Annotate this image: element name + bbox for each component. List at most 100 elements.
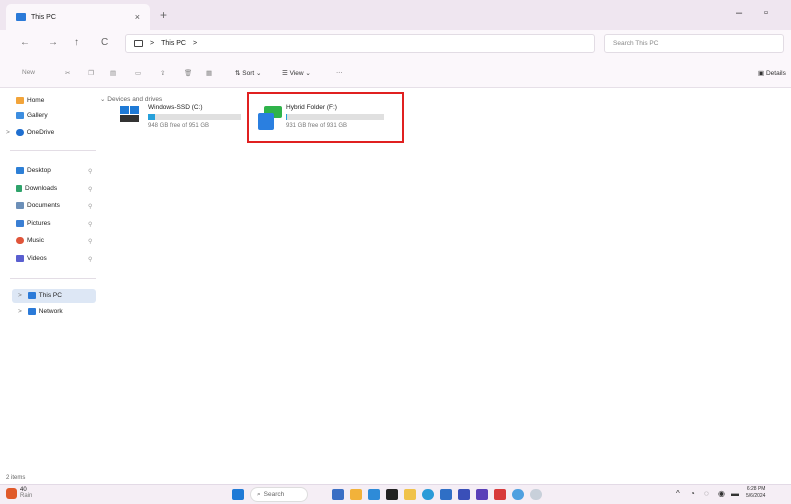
sidebar-item-pictures[interactable]: Pictures [16,220,50,227]
section-header-devices[interactable]: ⌄ Devices and drives [100,95,162,103]
sort-button[interactable]: ⇅ Sort ⌄ [235,69,261,77]
windows-drive-icon [118,106,140,126]
app-icon[interactable] [368,489,380,500]
pin-icon: ⚲ [88,204,93,210]
sidebar-item-label: Network [38,308,63,315]
sidebar-item-downloads[interactable]: Downloads [16,185,57,192]
desktop-icon [16,167,24,174]
sidebar-item-onedrive[interactable]: > OneDrive [6,129,54,136]
sidebar-item-label: OneDrive [26,129,55,136]
paste-icon[interactable]: ▤ [110,69,116,77]
network-icon [27,308,36,315]
sidebar-item-documents[interactable]: Documents [16,202,60,209]
view-label: View [289,70,304,77]
new-tab-button[interactable]: + [160,8,167,22]
more-button[interactable]: ··· [336,69,343,76]
pin-icon: ⚲ [88,257,93,263]
expand-chevron-icon[interactable]: > [18,292,22,299]
sidebar-item-videos[interactable]: Videos [16,255,47,262]
view-icon: ☰ [282,70,290,77]
sidebar-item-music[interactable]: Music [16,237,44,244]
gallery-icon [16,112,24,119]
sidebar-item-home[interactable]: Home [16,97,44,104]
drive-usage-bar [148,114,241,120]
volume-icon[interactable]: ◉ [718,489,725,498]
properties-icon[interactable]: ▦ [206,69,212,77]
sidebar-item-network[interactable]: > Network [18,308,63,315]
mcafee-icon[interactable] [494,489,506,500]
battery-icon[interactable]: ▬ [731,489,739,498]
sidebar-item-label: Gallery [27,112,48,119]
sidebar-item-this-pc[interactable]: > This PC [18,292,62,299]
tray-chevron-icon[interactable]: ^ [676,489,680,498]
forward-button[interactable]: → [48,37,58,48]
delete-icon[interactable]: 🗑 [184,69,192,77]
monitor-icon [134,40,143,47]
taskbar-search[interactable]: ⌕ Search [250,487,308,502]
sidebar-item-gallery[interactable]: Gallery [16,112,48,119]
this-pc-icon [27,292,36,299]
tab-this-pc[interactable]: This PC × [6,4,150,30]
app-icon[interactable] [530,489,542,500]
search-input[interactable]: Search This PC [604,34,784,53]
view-button[interactable]: ☰ View ⌄ [282,69,311,77]
back-button[interactable]: ← [20,37,30,48]
red-highlight-box [247,92,404,143]
pictures-icon [16,220,24,227]
sort-label: Sort [242,70,255,77]
clock[interactable]: 6:28 PM 5/6/2024 [746,486,765,500]
widgets-icon[interactable] [332,489,344,500]
weather-desc: Rain [20,493,33,499]
sidebar-item-label: Home [27,97,45,104]
sidebar-item-label: Music [27,237,44,244]
wifi-icon[interactable]: ◌ [704,489,709,498]
weather-widget[interactable]: 40 Rain [6,487,32,499]
refresh-button[interactable]: C [101,37,108,48]
videos-icon [16,255,24,262]
this-pc-icon [16,13,26,21]
file-explorer-icon[interactable] [404,489,416,500]
sidebar-item-label: This PC [38,292,62,299]
start-icon[interactable] [232,489,244,500]
sidebar-item-desktop[interactable]: Desktop [16,167,51,174]
drive-tile-c[interactable]: Windows-SSD (C:) 948 GB free of 951 GB [118,104,243,136]
cloud-icon [15,129,24,136]
divider [10,150,96,151]
weather-icon [6,487,17,499]
store-icon[interactable] [440,489,452,500]
address-input[interactable]: > This PC > [125,34,595,53]
network-tray-icon[interactable]: ◔ [690,489,695,498]
drive-name: Windows-SSD (C:) [148,104,203,111]
new-button[interactable]: New [22,69,35,76]
minimize-button[interactable]: – [736,7,742,19]
close-tab-icon[interactable]: × [135,12,140,22]
clock-date: 5/6/2024 [746,493,766,499]
app-icon[interactable] [386,489,398,500]
sidebar-item-label: Videos [27,255,47,262]
edge-icon[interactable] [422,489,434,500]
details-button[interactable]: ▣ Details [758,69,786,77]
copy-icon[interactable]: ❐ [88,69,94,77]
expand-chevron-icon[interactable]: > [18,308,22,315]
pin-icon: ⚲ [88,222,93,228]
music-icon [16,237,24,244]
section-title: Devices and drives [107,96,163,103]
app-icon[interactable] [458,489,470,500]
pin-icon: ⚲ [88,239,93,245]
document-icon [16,202,24,209]
taskbar-search-label: Search [263,491,285,498]
app-icon[interactable] [512,489,524,500]
divider [10,278,96,279]
app-icon[interactable] [476,489,488,500]
share-icon[interactable]: ⇪ [160,69,165,77]
search-icon: ⌕ [257,490,261,498]
maximize-button[interactable]: ▫ [764,7,768,19]
rename-icon[interactable]: ▭ [135,69,141,77]
cut-icon[interactable]: ✂ [65,69,70,77]
clock-time: 6:28 PM [746,486,766,492]
address-path[interactable]: This PC [161,40,186,47]
up-button[interactable]: ↑ [74,37,79,48]
app-icon[interactable] [350,489,362,500]
download-icon [16,185,22,192]
expand-chevron-icon[interactable]: > [6,129,10,136]
